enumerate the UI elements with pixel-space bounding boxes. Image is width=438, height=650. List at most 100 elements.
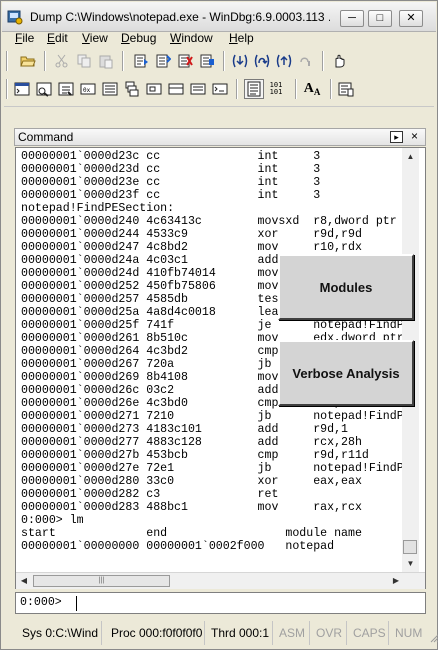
window-toolbar: 0x 101 101 AA	[4, 77, 434, 101]
output-line: 00000001`0000d247 4c8bd2 mov r10,rdx	[21, 241, 362, 254]
windbg-window: Dump C:\Windows\notepad.exe - WinDbg:6.9…	[0, 0, 438, 650]
registers-icon: 0x	[80, 83, 96, 95]
menu-edit[interactable]: Edit	[47, 31, 68, 45]
go-button[interactable]	[131, 51, 151, 71]
output-line: 00000001`0000d273 4183c101 add r9d,1	[21, 423, 348, 436]
toolbar-grip	[6, 51, 8, 71]
close-icon: ✕	[406, 12, 416, 24]
assembly-mode-button[interactable]: 101 101	[266, 79, 286, 99]
status-thrd: Thrd 000:1	[207, 621, 273, 645]
scratch-pad-button[interactable]	[166, 79, 186, 99]
call-stack-button[interactable]	[122, 79, 142, 99]
toolbar-separator	[322, 51, 324, 71]
step-out-icon	[276, 54, 292, 68]
locals-window-button[interactable]	[56, 79, 76, 99]
registers-window-button[interactable]: 0x	[78, 79, 98, 99]
disassembly-button[interactable]	[144, 79, 164, 99]
horizontal-scrollbar[interactable]: ◀ ||| ▶	[16, 572, 425, 589]
watch-window-button[interactable]	[34, 79, 54, 99]
output-line: 00000001`0000d280 33c0 xor eax,eax	[21, 475, 362, 488]
disassembly-icon	[146, 83, 162, 95]
stop-debugging-icon	[178, 54, 193, 68]
menu-debug[interactable]: Debug	[121, 31, 156, 45]
output-line: 00000001`0000d23c cc int 3	[21, 150, 321, 163]
command-window-header[interactable]: Command ▸ ×	[14, 128, 426, 146]
resize-grip-icon[interactable]	[430, 633, 438, 643]
title-bar[interactable]: Dump C:\Windows\notepad.exe - WinDbg:6.9…	[2, 2, 436, 32]
scissors-icon	[55, 54, 68, 68]
status-caps: CAPS	[349, 621, 389, 645]
maximize-button[interactable]: □	[368, 10, 392, 27]
open-file-button[interactable]	[18, 51, 38, 71]
output-line: 00000001`00000000 00000001`0002f000 note…	[21, 540, 335, 553]
restart-icon	[156, 54, 171, 68]
step-into-button[interactable]	[230, 51, 250, 71]
copy-button[interactable]	[74, 51, 94, 71]
font-button[interactable]: AA	[302, 79, 322, 99]
run-to-cursor-button[interactable]	[296, 51, 316, 71]
source-mode-button[interactable]	[244, 79, 264, 99]
command-input[interactable]	[74, 594, 422, 612]
minimize-icon: ─	[348, 12, 356, 24]
horizontal-scroll-thumb[interactable]: |||	[33, 575, 170, 587]
copy-icon	[77, 54, 91, 68]
status-num: NUM	[395, 626, 423, 640]
paste-icon	[99, 55, 113, 69]
processes-threads-button[interactable]	[188, 79, 208, 99]
hand-icon	[335, 54, 345, 68]
scroll-right-arrow[interactable]: ▶	[388, 573, 404, 589]
windbg-app-icon	[7, 9, 23, 25]
menu-file[interactable]: File	[15, 31, 34, 45]
toolbar-separator	[223, 51, 225, 71]
output-line: 00000001`0000d25f 741f je notepad!FindPE…	[21, 319, 403, 332]
folder-open-icon	[20, 56, 36, 67]
cut-button[interactable]	[52, 51, 72, 71]
output-line: 00000001`0000d23f cc int 3	[21, 189, 321, 202]
options-button[interactable]	[336, 79, 356, 99]
verbose-analysis-button[interactable]: Verbose Analysis	[278, 340, 414, 406]
command-window-close-button[interactable]: ×	[408, 130, 421, 143]
menu-view[interactable]: View	[82, 31, 108, 45]
output-line: 00000001`0000d27e 72e1 jb notepad!FindPE…	[21, 462, 403, 475]
output-line: start end module name	[21, 527, 362, 540]
main-toolbar	[4, 49, 434, 73]
menu-bar: File Edit View Debug Window Help	[2, 30, 436, 48]
break-icon	[200, 54, 214, 68]
run-to-cursor-icon	[300, 57, 310, 66]
status-asm: ASM	[275, 621, 310, 645]
output-line: 00000001`0000d282 c3 ret	[21, 488, 279, 501]
status-ovr: OVR	[312, 621, 347, 645]
grip-icon: |||	[98, 577, 105, 584]
toolbar-separator	[295, 79, 297, 99]
memory-window-button[interactable]	[100, 79, 120, 99]
restart-button[interactable]	[153, 51, 173, 71]
vertical-scroll-thumb[interactable]	[403, 540, 417, 554]
scroll-down-arrow[interactable]: ▼	[402, 555, 419, 572]
output-line: 00000001`0000d244 4533c9 xor r9d,r9d	[21, 228, 362, 241]
close-button[interactable]: ✕	[399, 10, 423, 27]
step-over-button[interactable]	[252, 51, 272, 71]
dock-toggle-button[interactable]: ▸	[390, 131, 403, 143]
output-line: 00000001`0000d23e cc int 3	[21, 176, 321, 189]
status-bar: Sys 0:C:\Wind Proc 000:f0f0f0f0 Thrd 000…	[6, 621, 438, 645]
paste-button[interactable]	[96, 51, 116, 71]
output-line: 0:000> lm	[21, 514, 84, 527]
breakpoint-button[interactable]	[329, 51, 349, 71]
command-window-title: Command	[18, 130, 74, 144]
command-window-icon	[14, 82, 30, 96]
command-browser-button[interactable]	[210, 79, 230, 99]
minimize-button[interactable]: ─	[340, 10, 364, 27]
command-input-box[interactable]: 0:000>	[15, 592, 426, 614]
modules-button[interactable]: Modules	[278, 254, 414, 320]
call-stack-icon	[125, 81, 139, 97]
step-out-button[interactable]	[274, 51, 294, 71]
toolbar-separator	[236, 79, 238, 99]
command-window-button[interactable]	[12, 79, 32, 99]
break-button[interactable]	[197, 51, 217, 71]
svg-text:0x: 0x	[83, 87, 91, 94]
stop-debugging-button[interactable]	[175, 51, 195, 71]
menu-window[interactable]: Window	[170, 31, 213, 45]
menu-help[interactable]: Help	[229, 31, 254, 45]
scroll-up-arrow[interactable]: ▲	[402, 148, 419, 165]
scroll-left-arrow[interactable]: ◀	[16, 573, 32, 589]
